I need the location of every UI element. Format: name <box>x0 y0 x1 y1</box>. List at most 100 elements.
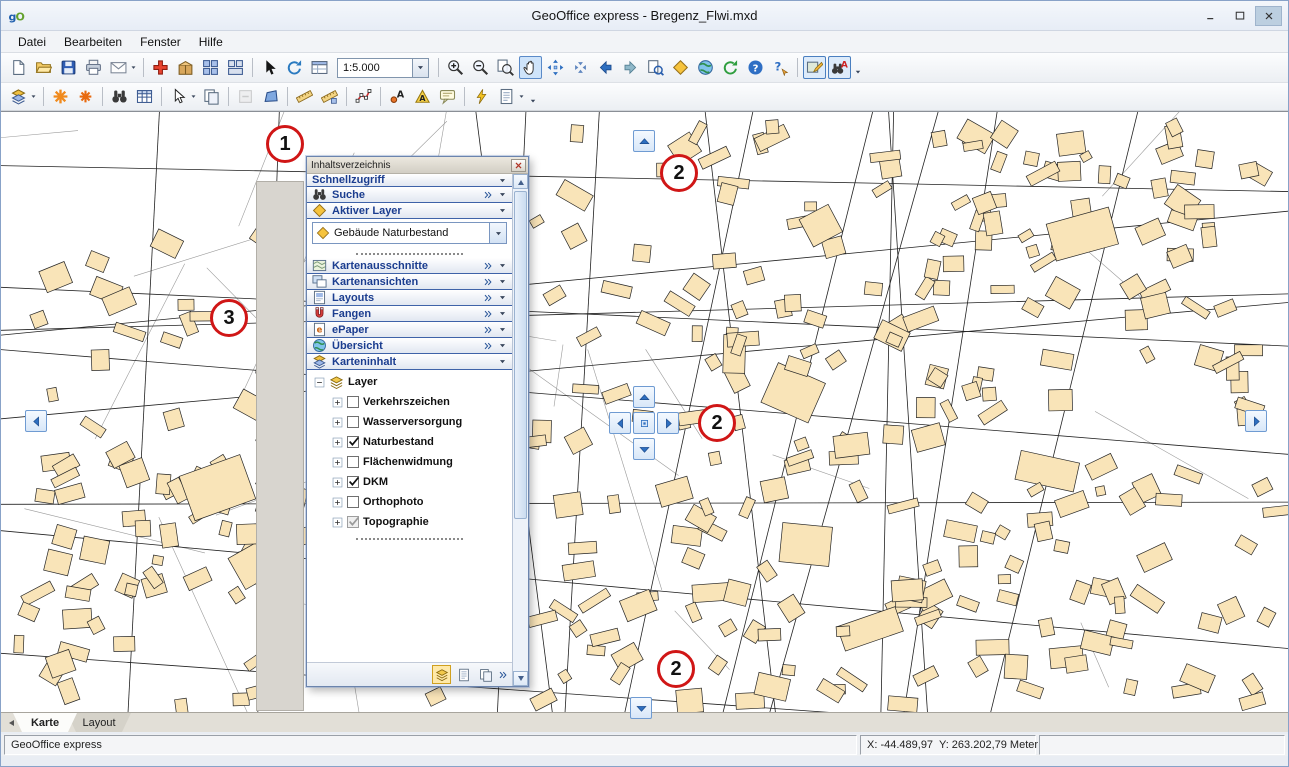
layer-checkbox[interactable] <box>347 516 359 528</box>
label-area-button[interactable]: A <box>411 85 434 108</box>
layer-item-wasserversorgung[interactable]: Wasserversorgung <box>307 412 512 432</box>
refresh-view-button[interactable] <box>283 56 306 79</box>
identify-tool-button[interactable] <box>7 85 30 108</box>
toc-section-aktiver-layer[interactable]: Aktiver Layer <box>307 203 512 219</box>
window-arrange-button[interactable] <box>224 56 247 79</box>
toc-section-suche[interactable]: Suche <box>307 187 512 203</box>
pan-left-button[interactable] <box>609 412 631 434</box>
scroll-down-button[interactable] <box>513 671 528 686</box>
expand-caret-icon[interactable] <box>498 206 507 215</box>
minimize-button[interactable] <box>1197 6 1224 26</box>
select-by-polygon-button[interactable] <box>259 85 282 108</box>
standard-toolbar-options-button[interactable] <box>852 56 864 79</box>
measure-distance-button[interactable] <box>293 85 316 108</box>
layer-item-topographie[interactable]: Topographie <box>307 512 512 532</box>
pan-button[interactable] <box>519 56 542 79</box>
toc-section-karteninhalt[interactable]: Karteninhalt <box>307 354 512 370</box>
pan-south-button[interactable] <box>630 697 652 719</box>
zoom-to-selection-button[interactable] <box>569 56 592 79</box>
tab-karte[interactable]: Karte <box>13 713 77 732</box>
toc-display-order-button[interactable] <box>432 665 451 684</box>
toc-section-ubersicht[interactable]: Übersicht <box>307 338 512 354</box>
dropdown-caret-icon[interactable] <box>130 56 139 79</box>
expand-box-icon[interactable] <box>332 437 343 448</box>
layer-tree-root[interactable]: Layer <box>307 372 512 392</box>
layer-checkbox[interactable] <box>347 476 359 488</box>
toc-section-fangen[interactable]: Fangen <box>307 306 512 322</box>
toc-scrollbar[interactable] <box>513 174 528 686</box>
pan-down-button[interactable] <box>633 438 655 460</box>
toc-section-schnellzugriff[interactable]: Schnellzugriff <box>307 174 512 187</box>
full-map-button[interactable] <box>694 56 717 79</box>
send-mail-button[interactable] <box>107 56 130 79</box>
layer-item-flachenwidmung[interactable]: Flächenwidmung <box>307 452 512 472</box>
select-elements-button[interactable] <box>258 56 281 79</box>
scale-dropdown-icon[interactable] <box>412 59 428 77</box>
hyperlink-button[interactable] <box>470 85 493 108</box>
toc-section-kartenausschnitte[interactable]: Kartenausschnitte <box>307 258 512 274</box>
expand-box-icon[interactable] <box>332 517 343 528</box>
pan-east-button[interactable] <box>1245 410 1267 432</box>
toc-section-kartenansichten[interactable]: Kartenansichten <box>307 274 512 290</box>
copy-features-button[interactable] <box>200 85 223 108</box>
pan-center-button[interactable] <box>633 412 655 434</box>
active-layer-button[interactable] <box>669 56 692 79</box>
jump-chevron-icon[interactable] <box>483 309 493 319</box>
data-package-button[interactable] <box>174 56 197 79</box>
zoom-out-button[interactable] <box>469 56 492 79</box>
quick-find-toggle[interactable]: A <box>828 56 851 79</box>
layer-item-dkm[interactable]: DKM <box>307 472 512 492</box>
dropdown-caret-icon[interactable] <box>30 85 39 108</box>
expand-box-icon[interactable] <box>332 477 343 488</box>
tools-toolbar-options-button[interactable] <box>527 85 539 108</box>
save-button[interactable] <box>57 56 80 79</box>
print-button[interactable] <box>82 56 105 79</box>
zoom-window-button[interactable] <box>494 56 517 79</box>
jump-chevron-icon[interactable] <box>483 325 493 335</box>
layer-checkbox[interactable] <box>347 436 359 448</box>
label-point-button[interactable]: A <box>386 85 409 108</box>
add-favorite-button[interactable] <box>49 85 72 108</box>
dropdown-caret-icon[interactable] <box>190 85 199 108</box>
menu-fenster[interactable]: Fenster <box>131 33 190 51</box>
menu-bearbeiten[interactable]: Bearbeiten <box>55 33 131 51</box>
pan-west-button[interactable] <box>25 410 47 432</box>
expand-caret-icon[interactable] <box>498 325 507 334</box>
jump-chevron-icon[interactable] <box>483 293 493 303</box>
expand-box-icon[interactable] <box>332 457 343 468</box>
map-window-button[interactable] <box>308 56 331 79</box>
full-extent-button[interactable] <box>544 56 567 79</box>
next-extent-button[interactable] <box>619 56 642 79</box>
attribute-table-button[interactable] <box>133 85 156 108</box>
tab-layout[interactable]: Layout <box>67 713 131 732</box>
add-data-button[interactable] <box>149 56 172 79</box>
expand-caret-icon[interactable] <box>498 293 507 302</box>
clear-selection-button[interactable] <box>234 85 257 108</box>
jump-chevron-icon[interactable] <box>483 261 493 271</box>
toc-close-button[interactable] <box>511 159 526 172</box>
new-button[interactable] <box>7 56 30 79</box>
pan-up-button[interactable] <box>633 386 655 408</box>
combo-dropdown-button[interactable] <box>489 223 506 243</box>
layer-item-orthophoto[interactable]: Orthophoto <box>307 492 512 512</box>
callout-button[interactable] <box>436 85 459 108</box>
jump-chevron-icon[interactable] <box>483 277 493 287</box>
redraw-button[interactable] <box>719 56 742 79</box>
expand-caret-icon[interactable] <box>498 261 507 270</box>
scale-combobox[interactable]: 1:5.000 <box>337 58 429 78</box>
previous-extent-button[interactable] <box>594 56 617 79</box>
search-button[interactable] <box>108 85 131 108</box>
report-button[interactable] <box>495 85 518 108</box>
menu-datei[interactable]: Datei <box>9 33 55 51</box>
zoom-to-layer-button[interactable] <box>644 56 667 79</box>
layer-item-naturbestand[interactable]: Naturbestand <box>307 432 512 452</box>
dropdown-caret-icon[interactable] <box>518 85 527 108</box>
toc-selection-view-button[interactable] <box>476 665 495 684</box>
close-button[interactable] <box>1255 6 1282 26</box>
expand-caret-icon[interactable] <box>498 309 507 318</box>
expand-caret-icon[interactable] <box>498 190 507 199</box>
redlining-button[interactable] <box>352 85 375 108</box>
layer-checkbox[interactable] <box>347 416 359 428</box>
zoom-in-button[interactable] <box>444 56 467 79</box>
toc-titlebar[interactable]: Inhaltsverzeichnis <box>307 157 528 174</box>
